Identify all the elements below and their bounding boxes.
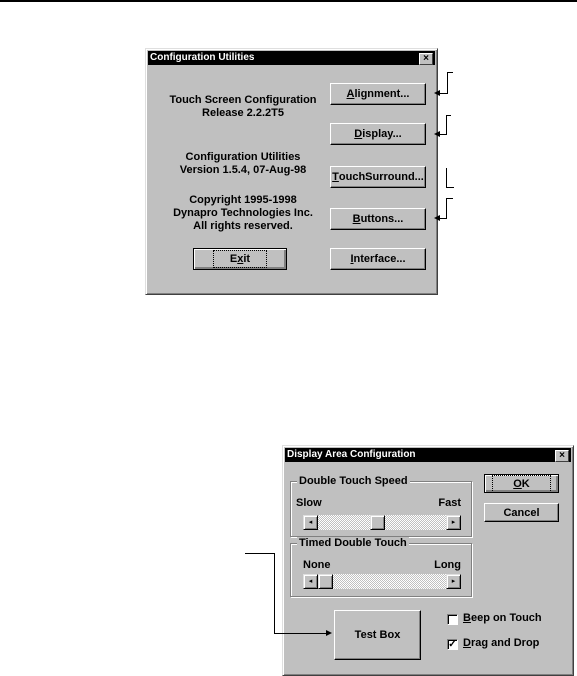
close-icon: × bbox=[559, 450, 565, 461]
slow-label: Slow bbox=[296, 497, 322, 509]
info-block-release: Touch Screen Configuration Release 2.2.2… bbox=[158, 94, 328, 120]
button-label: it bbox=[243, 253, 251, 265]
mnemonic: D bbox=[354, 128, 363, 140]
drag-and-drop-checkbox[interactable]: ✓ bbox=[447, 639, 458, 650]
group-title: Timed Double Touch bbox=[297, 537, 409, 549]
info-line: Dynapro Technologies Inc. bbox=[173, 207, 313, 219]
info-line: Touch Screen Configuration bbox=[169, 94, 317, 106]
info-block-version: Configuration Utilities Version 1.5.4, 0… bbox=[158, 151, 328, 177]
window-title: Display Area Configuration bbox=[287, 449, 416, 460]
double-touch-speed-group: Double Touch Speed Slow Fast ◂ ▸ bbox=[290, 475, 472, 537]
fast-label: Fast bbox=[438, 497, 461, 509]
info-block-copyright: Copyright 1995-1998 Dynapro Technologies… bbox=[158, 194, 328, 233]
close-button[interactable]: × bbox=[419, 53, 433, 65]
scroll-left-button[interactable]: ◂ bbox=[303, 515, 318, 530]
focus-rect: OK bbox=[492, 474, 551, 493]
display-area-configuration-window: Display Area Configuration × Double Touc… bbox=[282, 445, 574, 676]
display-button[interactable]: Display... bbox=[330, 123, 426, 145]
exit-button[interactable]: Exit bbox=[193, 248, 287, 270]
button-label: lignment... bbox=[354, 88, 410, 100]
button-label: nterface... bbox=[353, 253, 406, 265]
button-label: ouchSurround... bbox=[338, 171, 424, 183]
mnemonic: T bbox=[332, 171, 339, 183]
interface-button[interactable]: Interface... bbox=[330, 248, 426, 270]
slider-thumb[interactable] bbox=[318, 574, 333, 589]
close-button[interactable]: × bbox=[555, 450, 569, 462]
window-title: Configuration Utilities bbox=[150, 52, 255, 63]
scroll-left-button[interactable]: ◂ bbox=[303, 574, 318, 589]
alignment-button[interactable]: Alignment... bbox=[330, 83, 426, 105]
scroll-right-button[interactable]: ▸ bbox=[446, 515, 461, 530]
button-label: isplay... bbox=[362, 128, 402, 140]
beep-on-touch-label[interactable]: Beep on Touch bbox=[463, 612, 542, 624]
test-box[interactable]: Test Box bbox=[334, 610, 421, 660]
button-label: K bbox=[521, 477, 530, 490]
arrow-left-icon: ◂ bbox=[308, 519, 313, 526]
arrow-right-icon: ▸ bbox=[451, 578, 456, 585]
title-bar: Configuration Utilities × bbox=[148, 51, 435, 65]
info-line: Version 1.5.4, 07-Aug-98 bbox=[179, 164, 307, 176]
mnemonic: B bbox=[463, 612, 471, 624]
slider-thumb[interactable] bbox=[370, 515, 385, 530]
mnemonic: O bbox=[513, 477, 522, 490]
timed-double-touch-slider[interactable]: ◂ ▸ bbox=[303, 574, 461, 589]
cancel-button[interactable]: Cancel bbox=[484, 503, 559, 522]
arrow-right-icon: ▸ bbox=[451, 519, 456, 526]
title-bar: Display Area Configuration × bbox=[285, 448, 571, 462]
scroll-right-button[interactable]: ▸ bbox=[446, 574, 461, 589]
arrow-left-icon: ◂ bbox=[308, 578, 313, 585]
mnemonic: A bbox=[346, 88, 355, 100]
button-label: uttons... bbox=[360, 213, 404, 225]
buttons-button[interactable]: Buttons... bbox=[330, 208, 426, 230]
check-icon: ✓ bbox=[448, 639, 457, 650]
drag-and-drop-label[interactable]: Drag and Drop bbox=[463, 637, 539, 649]
mnemonic: B bbox=[352, 213, 361, 225]
long-label: Long bbox=[434, 559, 461, 571]
info-line: All rights reserved. bbox=[193, 220, 293, 232]
group-title: Double Touch Speed bbox=[297, 475, 410, 487]
none-label: None bbox=[303, 559, 331, 571]
close-icon: × bbox=[423, 53, 429, 64]
double-touch-speed-slider[interactable]: ◂ ▸ bbox=[303, 515, 461, 530]
checkbox-label: eep on Touch bbox=[470, 612, 542, 624]
configuration-utilities-window: Configuration Utilities × Touch Screen C… bbox=[145, 48, 438, 295]
info-line: Copyright 1995-1998 bbox=[189, 194, 297, 206]
focus-rect: Exit bbox=[212, 250, 268, 268]
timed-double-touch-group: Timed Double Touch None Long ◂ ▸ bbox=[290, 537, 472, 597]
beep-on-touch-checkbox[interactable] bbox=[447, 614, 458, 625]
info-line: Configuration Utilities bbox=[185, 151, 301, 163]
mnemonic: D bbox=[463, 637, 471, 649]
ok-button[interactable]: OK bbox=[484, 474, 559, 493]
page-top-rule bbox=[0, 0, 577, 2]
touchsurround-button[interactable]: TouchSurround... bbox=[330, 166, 426, 188]
checkbox-label: rag and Drop bbox=[470, 637, 540, 649]
info-line: Release 2.2.2T5 bbox=[202, 107, 284, 119]
